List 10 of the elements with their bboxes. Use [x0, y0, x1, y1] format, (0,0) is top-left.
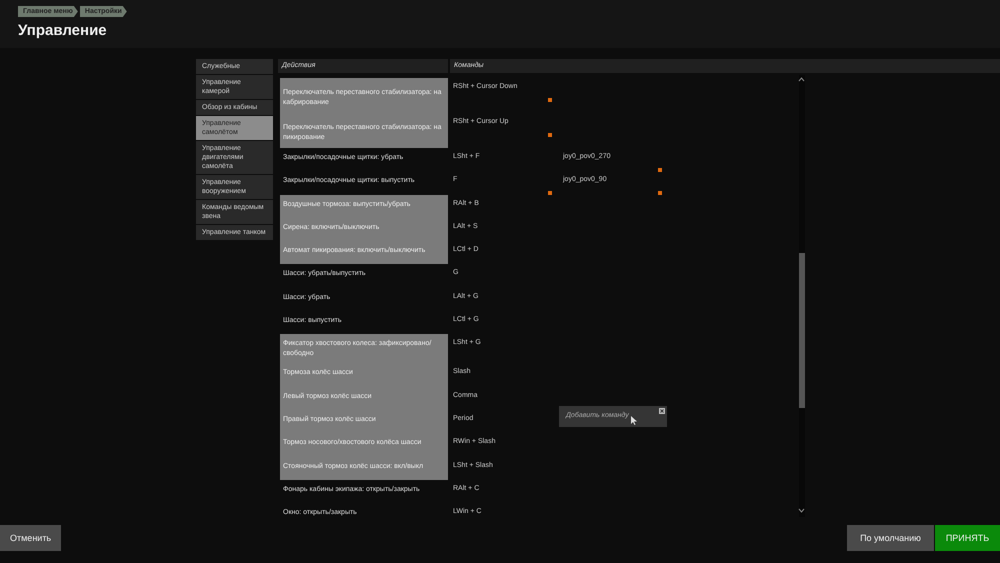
scrollbar[interactable] — [799, 75, 805, 517]
page-title: Управление — [18, 22, 108, 39]
scroll-up-icon[interactable] — [798, 77, 805, 82]
cancel-button[interactable]: Отменить — [0, 525, 62, 551]
defaults-button[interactable]: По умолчанию — [847, 525, 934, 551]
scroll-down-icon[interactable] — [798, 508, 805, 513]
accept-button[interactable]: ПРИНЯТЬ — [935, 525, 1000, 551]
close-icon[interactable] — [659, 408, 665, 414]
mouse-cursor-icon — [631, 416, 637, 425]
scrollbar-thumb[interactable] — [799, 253, 805, 408]
